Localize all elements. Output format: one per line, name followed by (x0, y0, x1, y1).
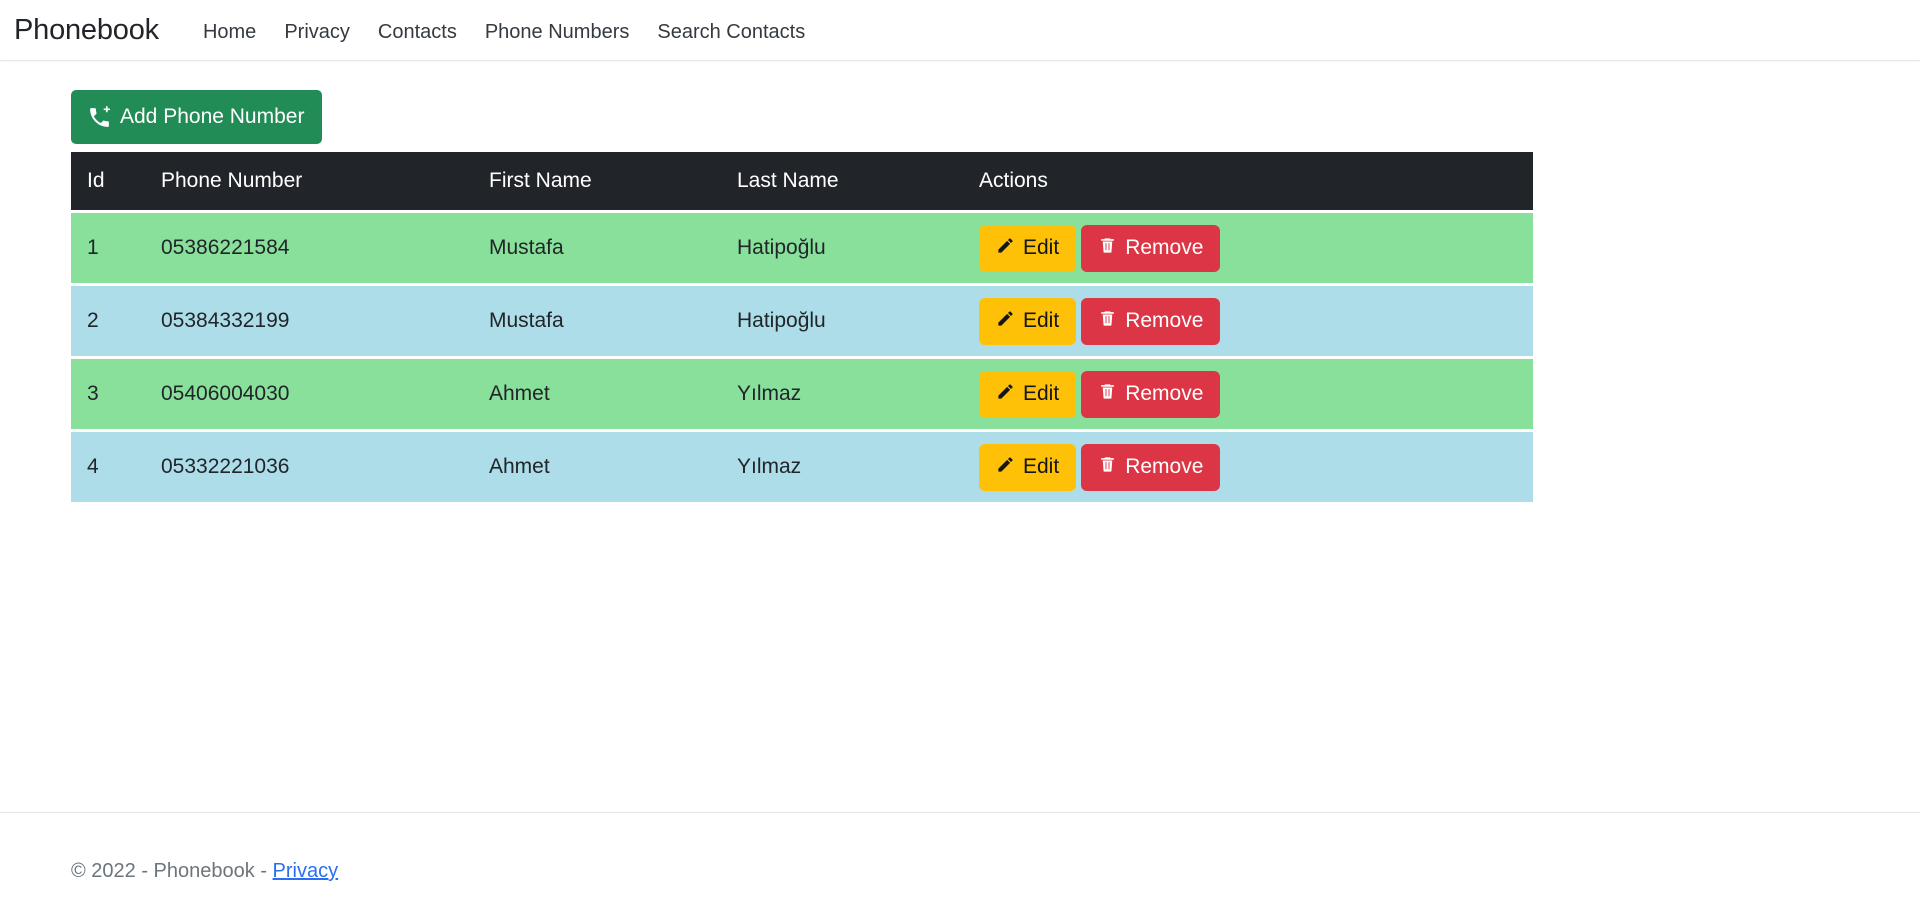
row-actions: Edit Remove (979, 297, 1533, 345)
edit-button[interactable]: Edit (979, 370, 1077, 418)
trash-icon (1098, 309, 1117, 334)
cell-actions: Edit Remove (979, 432, 1533, 502)
add-phone-number-button[interactable]: Add Phone Number (71, 90, 323, 144)
nav-links: Home Privacy Contacts Phone Numbers Sear… (189, 18, 819, 46)
trash-icon (1098, 455, 1117, 480)
footer-copyright: © 2022 - Phonebook - (71, 860, 273, 882)
remove-button-label: Remove (1125, 455, 1204, 478)
brand-logo[interactable]: Phonebook (14, 15, 159, 45)
nav-link-privacy[interactable]: Privacy (270, 18, 364, 46)
remove-button-label: Remove (1125, 309, 1204, 332)
table-row: 2 05384332199 Mustafa Hatipoğlu Edit Rem… (71, 286, 1533, 356)
cell-last-name: Yılmaz (737, 382, 802, 405)
cell-last-name: Yılmaz (737, 455, 802, 478)
cell-id: 4 (87, 455, 99, 478)
column-header-last: Last Name (737, 168, 839, 192)
edit-button[interactable]: Edit (979, 224, 1077, 272)
remove-button-label: Remove (1125, 382, 1204, 405)
cell-phone: 05384332199 (161, 309, 290, 332)
edit-button-label: Edit (1023, 382, 1060, 405)
cell-first-name: Mustafa (489, 309, 564, 332)
pencil-icon (996, 309, 1015, 334)
remove-button[interactable]: Remove (1081, 443, 1221, 491)
pencil-icon (996, 382, 1015, 407)
cell-id: 2 (87, 309, 99, 332)
edit-button-label: Edit (1023, 309, 1060, 332)
column-header-phone: Phone Number (161, 168, 303, 192)
nav-item-phone-numbers: Phone Numbers (471, 18, 644, 46)
table-row: 3 05406004030 Ahmet Yılmaz Edit Remove (71, 359, 1533, 429)
cell-first-name: Ahmet (489, 455, 550, 478)
trash-icon (1098, 236, 1117, 261)
page-root: Phonebook Home Privacy Contacts Phone Nu… (0, 0, 1920, 913)
nav-item-privacy: Privacy (270, 18, 364, 46)
cell-phone: 05332221036 (161, 455, 290, 478)
nav-link-contacts[interactable]: Contacts (364, 18, 471, 46)
top-navbar: Phonebook Home Privacy Contacts Phone Nu… (0, 0, 1920, 61)
remove-button[interactable]: Remove (1081, 224, 1221, 272)
cell-phone: 05386221584 (161, 236, 290, 259)
edit-button-label: Edit (1023, 455, 1060, 478)
cell-actions: Edit Remove (979, 359, 1533, 429)
cell-last-name: Hatipoğlu (737, 309, 826, 332)
row-actions: Edit Remove (979, 370, 1533, 418)
row-actions: Edit Remove (979, 224, 1533, 272)
nav-link-phone-numbers[interactable]: Phone Numbers (471, 18, 644, 46)
nav-item-search-contacts: Search Contacts (643, 18, 819, 46)
edit-button-label: Edit (1023, 236, 1060, 259)
footer-privacy-link[interactable]: Privacy (273, 860, 339, 882)
edit-button[interactable]: Edit (979, 443, 1077, 491)
column-header-first: First Name (489, 168, 592, 192)
add-phone-number-label: Add Phone Number (120, 105, 305, 128)
pencil-icon (996, 236, 1015, 261)
nav-link-search-contacts[interactable]: Search Contacts (643, 18, 819, 46)
nav-item-contacts: Contacts (364, 18, 471, 46)
table-body: 1 05386221584 Mustafa Hatipoğlu Edit Rem… (71, 213, 1533, 502)
cell-actions: Edit Remove (979, 286, 1533, 356)
cell-phone: 05406004030 (161, 382, 290, 405)
phone-plus-icon (87, 105, 112, 130)
cell-actions: Edit Remove (979, 213, 1533, 283)
phone-numbers-table: Id Phone Number First Name Last Name Act… (71, 149, 1533, 505)
nav-link-home[interactable]: Home (189, 18, 270, 46)
remove-button-label: Remove (1125, 236, 1204, 259)
table-row: 1 05386221584 Mustafa Hatipoğlu Edit Rem… (71, 213, 1533, 283)
nav-item-home: Home (189, 18, 270, 46)
edit-button[interactable]: Edit (979, 297, 1077, 345)
cell-id: 1 (87, 236, 99, 259)
cell-first-name: Mustafa (489, 236, 564, 259)
trash-icon (1098, 382, 1117, 407)
table-header-row: Id Phone Number First Name Last Name Act… (71, 152, 1533, 210)
page-footer: © 2022 - Phonebook - Privacy (0, 812, 1920, 913)
row-actions: Edit Remove (979, 443, 1533, 491)
remove-button[interactable]: Remove (1081, 370, 1221, 418)
column-header-actions: Actions (979, 168, 1048, 192)
remove-button[interactable]: Remove (1081, 297, 1221, 345)
footer-text: © 2022 - Phonebook - Privacy (71, 860, 338, 883)
pencil-icon (996, 455, 1015, 480)
table-row: 4 05332221036 Ahmet Yılmaz Edit Remove (71, 432, 1533, 502)
cell-id: 3 (87, 382, 99, 405)
cell-last-name: Hatipoğlu (737, 236, 826, 259)
table-head: Id Phone Number First Name Last Name Act… (71, 152, 1533, 210)
cell-first-name: Ahmet (489, 382, 550, 405)
phone-numbers-table-container: Id Phone Number First Name Last Name Act… (71, 149, 1533, 505)
column-header-id: Id (87, 168, 105, 192)
